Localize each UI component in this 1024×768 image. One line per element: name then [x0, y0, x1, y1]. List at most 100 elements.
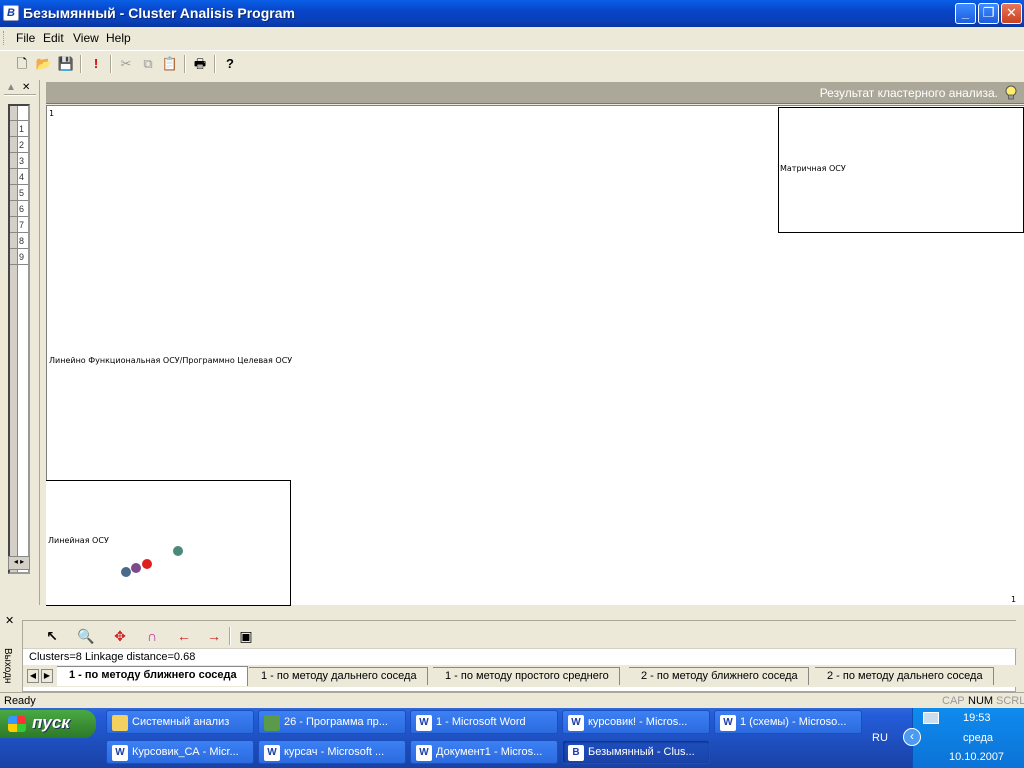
- grid-header-column: [10, 106, 18, 572]
- magnet-icon: ∩: [146, 628, 158, 644]
- menu-help[interactable]: Help: [106, 31, 131, 45]
- forward-button[interactable]: →: [203, 625, 225, 647]
- app-icon: В: [3, 5, 19, 21]
- task-word-2[interactable]: W курсовик! - Micros...: [562, 710, 710, 734]
- lightbulb-icon[interactable]: [1004, 85, 1018, 101]
- minimize-button[interactable]: _: [955, 3, 976, 24]
- move-button[interactable]: ✥: [109, 625, 131, 647]
- task-cluster-program[interactable]: B Безымянный - Clus...: [562, 740, 710, 764]
- title-bar[interactable]: В Безымянный - Cluster Analisis Program …: [0, 0, 1024, 27]
- image-icon: [264, 715, 280, 731]
- tab-result-5[interactable]: 2 - по методу дальнего соседа: [815, 667, 994, 685]
- output-content: ↖ 🔍 ✥ ∩ ← → ▣ Clusters=8 Linkage distanc…: [22, 620, 1017, 692]
- copy-button[interactable]: ⧉: [138, 54, 158, 74]
- horizontal-scrollbar[interactable]: ◂ ▸: [8, 556, 30, 570]
- folder-icon: [112, 715, 128, 731]
- task-label: курсач - Microsoft ...: [284, 746, 385, 758]
- row-number[interactable]: 6: [19, 204, 24, 214]
- main-toolbar: 🗋 📂 💾 ! ✂ ⧉ 📋 🖶 ?: [0, 50, 1024, 78]
- task-word-1[interactable]: W 1 - Microsoft Word: [410, 710, 558, 734]
- row-number[interactable]: 4: [19, 172, 24, 182]
- open-button[interactable]: 📂: [34, 54, 54, 74]
- data-grid[interactable]: 1 2 3 4 5 6 7 8 9: [8, 104, 30, 574]
- grid-line: [10, 184, 28, 185]
- cluster-plot[interactable]: 1 0 1 Матричная ОСУ Линейно Функциональн…: [46, 105, 1024, 606]
- tab-result-1[interactable]: 1 - по методу ближнего соседа: [57, 666, 248, 686]
- task-label: Системный анализ: [132, 716, 230, 728]
- language-indicator[interactable]: RU: [872, 732, 888, 744]
- tab-result-3[interactable]: 1 - по методу простого среднего: [433, 667, 620, 685]
- tray-expand-icon[interactable]: ‹: [903, 728, 921, 746]
- network-icon[interactable]: [923, 712, 939, 724]
- toolbar-separator: [214, 55, 216, 73]
- x-axis-right-label: 1: [1011, 595, 1017, 604]
- task-word-3[interactable]: W 1 (схемы) - Microso...: [714, 710, 862, 734]
- save-icon: 💾: [57, 56, 75, 71]
- data-point[interactable]: [131, 563, 141, 573]
- cluster-box-matrix[interactable]: Матричная ОСУ: [778, 107, 1024, 233]
- tab-result-2[interactable]: 1 - по методу дальнего соседа: [249, 667, 428, 685]
- row-number[interactable]: 3: [19, 156, 24, 166]
- cut-button[interactable]: ✂: [116, 54, 136, 74]
- grid-line: [10, 152, 28, 153]
- tab-next-icon[interactable]: ▶: [41, 669, 53, 683]
- help-button[interactable]: ?: [220, 54, 240, 74]
- print-button[interactable]: 🖶: [190, 54, 210, 74]
- clock-time[interactable]: 19:53: [963, 712, 991, 724]
- row-number[interactable]: 7: [19, 220, 24, 230]
- data-point[interactable]: [173, 546, 183, 556]
- window-title: Безымянный - Cluster Analisis Program: [23, 5, 295, 21]
- word-icon: W: [416, 745, 432, 761]
- data-point[interactable]: [142, 559, 152, 569]
- menu-grip[interactable]: [3, 31, 6, 45]
- save-button[interactable]: 💾: [56, 54, 76, 74]
- close-button[interactable]: ✕: [1001, 3, 1022, 24]
- menu-view[interactable]: View: [73, 31, 99, 45]
- clock-date: 10.10.2007: [949, 751, 1005, 763]
- restore-icon: ❐: [982, 5, 995, 20]
- task-word-4[interactable]: W Курсовик_СА - Micr...: [106, 740, 254, 764]
- back-button[interactable]: ←: [173, 625, 195, 647]
- row-number[interactable]: 9: [19, 252, 24, 262]
- data-point[interactable]: [121, 567, 131, 577]
- grid-line: [10, 232, 28, 233]
- pane-arrow-icon[interactable]: ▲: [6, 82, 16, 93]
- copy-icon: ⧉: [143, 56, 153, 71]
- task-folder[interactable]: Системный анализ: [106, 710, 254, 734]
- row-number[interactable]: 1: [19, 124, 24, 134]
- new-button[interactable]: 🗋: [12, 54, 32, 74]
- row-number[interactable]: 8: [19, 236, 24, 246]
- task-label: 1 - Microsoft Word: [436, 716, 526, 728]
- cluster-label-linear: Линейная ОСУ: [48, 536, 109, 545]
- clusters-status: Clusters=8 Linkage distance=0.68: [29, 651, 196, 663]
- y-axis-top-label: 1: [49, 109, 55, 118]
- word-icon: W: [568, 715, 584, 731]
- zoom-button[interactable]: 🔍: [75, 625, 97, 647]
- row-number[interactable]: 2: [19, 140, 24, 150]
- run-button[interactable]: !: [86, 54, 106, 74]
- pointer-button[interactable]: ↖: [41, 625, 63, 647]
- restore-button[interactable]: ❐: [978, 3, 999, 24]
- pane-close-icon[interactable]: ✕: [22, 82, 30, 93]
- output-close-icon[interactable]: ✕: [5, 614, 14, 627]
- cluster-box-linear[interactable]: Линейная ОСУ: [46, 480, 291, 606]
- task-word-5[interactable]: W курсач - Microsoft ...: [258, 740, 406, 764]
- tab-prev-icon[interactable]: ◀: [27, 669, 39, 683]
- minimize-icon: _: [961, 5, 970, 20]
- start-button[interactable]: пуск: [0, 710, 96, 738]
- app-icon: B: [568, 745, 584, 761]
- task-image[interactable]: 26 - Программа пр...: [258, 710, 406, 734]
- pane-grip[interactable]: [4, 94, 36, 96]
- menu-edit[interactable]: Edit: [43, 31, 64, 45]
- magnet-button[interactable]: ∩: [141, 625, 163, 647]
- view-header: Результат кластерного анализа.: [46, 82, 1024, 104]
- cluster-label-matrix: Матричная ОСУ: [780, 164, 846, 173]
- grid-line: [10, 216, 28, 217]
- tab-result-4[interactable]: 2 - по методу ближнего соседа: [629, 667, 809, 685]
- menu-file[interactable]: File: [16, 31, 35, 45]
- paste-button[interactable]: 📋: [160, 54, 180, 74]
- task-word-6[interactable]: W Документ1 - Micros...: [410, 740, 558, 764]
- grid-line: [10, 120, 28, 121]
- row-number[interactable]: 5: [19, 188, 24, 198]
- frame-button[interactable]: ▣: [235, 625, 257, 647]
